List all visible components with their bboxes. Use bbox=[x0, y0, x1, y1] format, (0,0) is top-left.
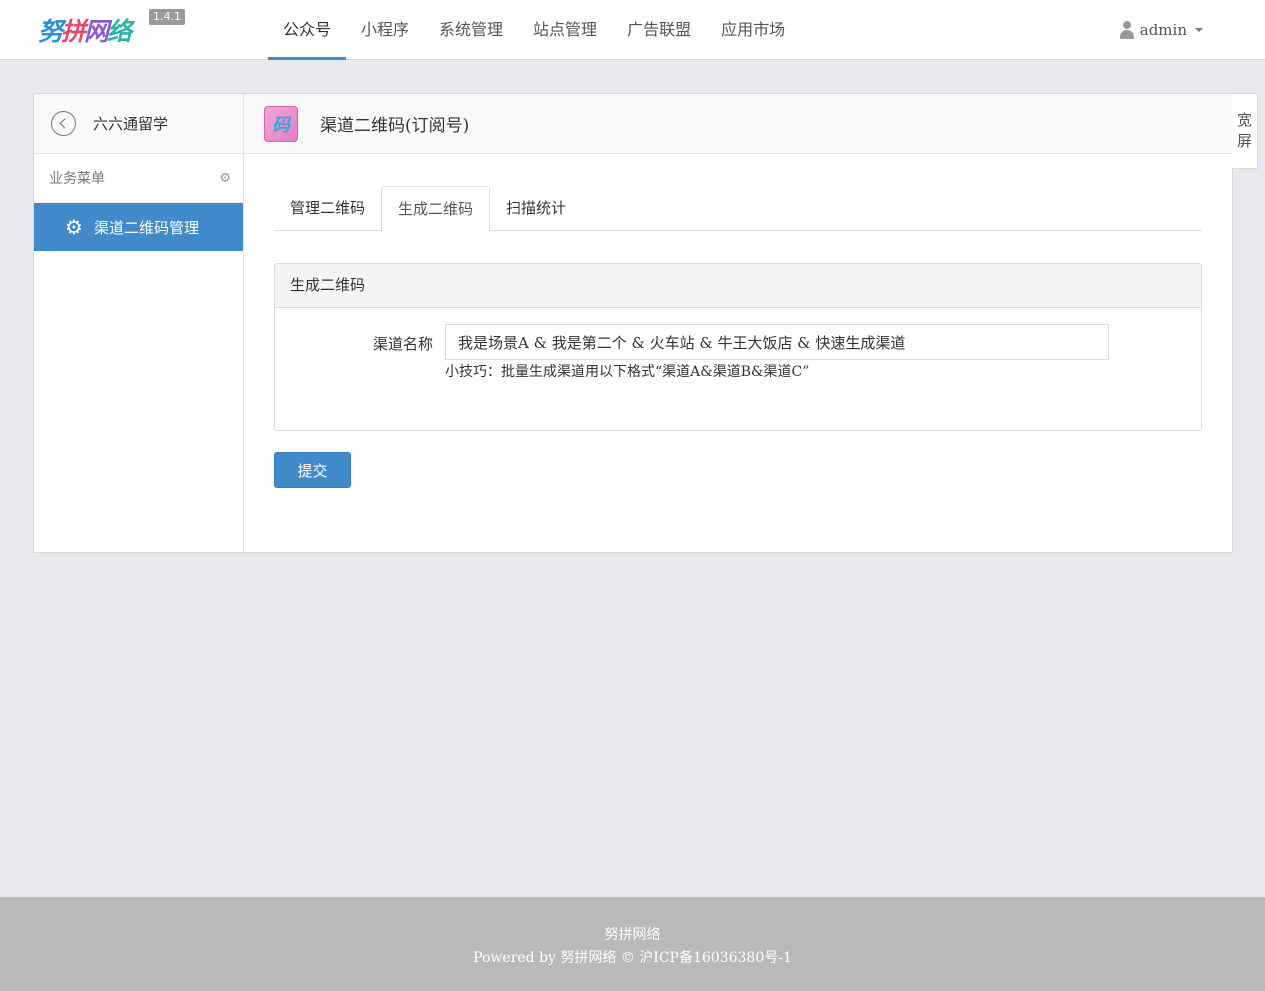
sidebar-section: 业务菜单 ⚙ bbox=[34, 154, 243, 203]
channel-name-input[interactable] bbox=[445, 324, 1109, 360]
tab-scan-stats[interactable]: 扫描统计 bbox=[490, 186, 582, 231]
top-navbar: 努拼网络 1.4.1 公众号 小程序 系统管理 站点管理 广告联盟 应用市场 a… bbox=[0, 0, 1265, 60]
logo-char: 络 bbox=[107, 17, 132, 46]
nav-item-official-account[interactable]: 公众号 bbox=[268, 0, 347, 60]
tab-manage-qrcode[interactable]: 管理二维码 bbox=[274, 186, 381, 231]
user-icon bbox=[1119, 21, 1134, 39]
logo-char: 拼 bbox=[61, 17, 86, 46]
tabs: 管理二维码 生成二维码 扫描统计 bbox=[274, 186, 1202, 232]
content-area: 码 渠道二维码(订阅号) 管理二维码 生成二维码 扫描统计 生成二维码 渠道名称… bbox=[244, 94, 1232, 552]
nav-item-app-market[interactable]: 应用市场 bbox=[706, 0, 800, 60]
gear-icon: ⚙ bbox=[65, 215, 83, 239]
widescreen-toggle-button[interactable]: 宽 屏 bbox=[1232, 93, 1258, 169]
logo-char: 努 bbox=[38, 17, 63, 46]
version-badge: 1.4.1 bbox=[149, 9, 185, 25]
widescreen-label-char: 屏 bbox=[1236, 132, 1252, 150]
sidebar-header: 六六通留学 bbox=[34, 94, 243, 154]
gear-icon[interactable]: ⚙ bbox=[219, 171, 231, 186]
logo[interactable]: 努拼网络 bbox=[38, 14, 148, 50]
logo-char: 网 bbox=[84, 17, 109, 46]
sidebar-item-channel-qrcode[interactable]: ⚙ 渠道二维码管理 bbox=[34, 203, 243, 251]
username: admin bbox=[1139, 21, 1187, 39]
back-icon[interactable] bbox=[51, 111, 76, 136]
nav-item-mini-program[interactable]: 小程序 bbox=[346, 0, 424, 60]
nav-item-system-management[interactable]: 系统管理 bbox=[424, 0, 518, 60]
content-header: 码 渠道二维码(订阅号) bbox=[244, 94, 1232, 154]
help-text: 小技巧：批量生成渠道用以下格式“渠道A&渠道B&渠道C” bbox=[445, 364, 810, 380]
user-menu[interactable]: admin bbox=[1119, 0, 1203, 60]
caret-down-icon bbox=[1195, 28, 1203, 32]
main-nav: 公众号 小程序 系统管理 站点管理 广告联盟 应用市场 bbox=[268, 0, 800, 60]
tab-generate-qrcode[interactable]: 生成二维码 bbox=[381, 186, 491, 232]
page-title: 渠道二维码(订阅号) bbox=[320, 116, 470, 136]
footer-copyright: Powered by 努拼网络 © 沪ICP备16036380号-1 bbox=[473, 950, 792, 966]
qrcode-app-icon: 码 bbox=[264, 105, 298, 142]
nav-item-site-management[interactable]: 站点管理 bbox=[518, 0, 612, 60]
sidebar-section-label: 业务菜单 bbox=[49, 171, 105, 187]
widescreen-label-char: 宽 bbox=[1236, 111, 1252, 129]
generate-form-panel: 生成二维码 渠道名称 小技巧：批量生成渠道用以下格式“渠道A&渠道B&渠道C” bbox=[274, 263, 1202, 431]
submit-button[interactable]: 提交 bbox=[274, 452, 351, 488]
main-panel: 六六通留学 业务菜单 ⚙ ⚙ 渠道二维码管理 码 渠道二维码(订阅号) 管理二维… bbox=[33, 93, 1233, 553]
footer: 努拼网络 Powered by 努拼网络 © 沪ICP备16036380号-1 bbox=[0, 897, 1265, 991]
account-name: 六六通留学 bbox=[93, 115, 169, 133]
channel-name-label: 渠道名称 bbox=[373, 335, 434, 353]
sidebar: 六六通留学 业务菜单 ⚙ ⚙ 渠道二维码管理 bbox=[34, 94, 244, 552]
footer-company: 努拼网络 bbox=[604, 927, 661, 943]
nav-item-ad-alliance[interactable]: 广告联盟 bbox=[612, 0, 706, 60]
panel-title: 生成二维码 bbox=[275, 264, 1201, 308]
sidebar-item-label: 渠道二维码管理 bbox=[94, 218, 200, 237]
